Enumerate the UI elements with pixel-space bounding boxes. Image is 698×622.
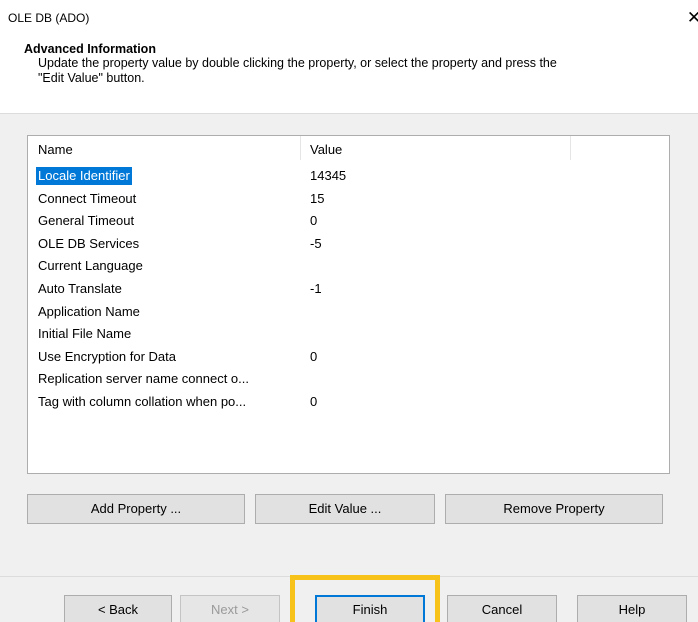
header-description-line-2: "Edit Value" button. (38, 71, 145, 85)
add-property-button[interactable]: Add Property ... (27, 494, 245, 524)
column-divider[interactable] (570, 136, 571, 160)
property-value: -1 (310, 280, 322, 296)
column-header-name[interactable]: Name (38, 142, 73, 157)
property-row[interactable]: Application Name (28, 301, 669, 324)
property-value: 0 (310, 393, 318, 409)
properties-list[interactable]: Name Value Locale Identifier 14345 Connect… (27, 135, 670, 474)
property-row[interactable]: Connect Timeout 15 (28, 188, 669, 211)
property-row[interactable]: Use Encryption for Data 0 (28, 346, 669, 369)
header-description: Update the property value by double clic… (38, 56, 698, 86)
property-value: 0 (310, 348, 318, 364)
ole-db-dialog: OLE DB (ADO) ✕ Advanced Information Upda… (0, 0, 698, 622)
property-name: Use Encryption for Data (38, 348, 177, 364)
property-value: -5 (310, 235, 322, 251)
wizard-header: Advanced Information Update the property… (0, 36, 698, 114)
property-name: Auto Translate (38, 280, 122, 296)
finish-button[interactable]: Finish (315, 595, 425, 622)
property-name: Connect Timeout (38, 190, 137, 206)
title-bar: OLE DB (ADO) ✕ (0, 0, 698, 36)
property-row[interactable]: General Timeout 0 (28, 210, 669, 233)
property-name: OLE DB Services (38, 235, 140, 251)
next-button: Next > (180, 595, 280, 622)
close-icon[interactable]: ✕ (682, 6, 698, 30)
property-row[interactable]: Locale Identifier 14345 (28, 165, 669, 188)
help-button[interactable]: Help (577, 595, 687, 622)
property-name: General Timeout (38, 213, 135, 229)
column-header: Name Value (28, 136, 669, 160)
property-name: Current Language (38, 258, 143, 274)
property-row[interactable]: OLE DB Services -5 (28, 233, 669, 256)
header-description-line-1: Update the property value by double clic… (38, 56, 557, 70)
header-title: Advanced Information (24, 42, 156, 56)
property-value: 0 (310, 213, 318, 229)
property-row[interactable]: Current Language (28, 255, 669, 278)
property-value: 14345 (310, 168, 347, 183)
property-name: Tag with column collation when po... (38, 393, 247, 409)
edit-value-button[interactable]: Edit Value ... (255, 494, 435, 524)
window-title: OLE DB (ADO) (8, 11, 90, 25)
property-name: Replication server name connect o... (38, 371, 249, 387)
property-row[interactable]: Auto Translate -1 (28, 278, 669, 301)
property-rows: Locale Identifier 14345 Connect Timeout 15 G… (28, 165, 669, 414)
property-row[interactable]: Replication server name connect o... (28, 368, 669, 391)
property-value: 15 (310, 190, 325, 206)
back-button[interactable]: < Back (64, 595, 172, 622)
cancel-button[interactable]: Cancel (447, 595, 557, 622)
column-divider[interactable] (300, 136, 301, 160)
column-header-value[interactable]: Value (310, 142, 342, 157)
property-row[interactable]: Initial File Name (28, 323, 669, 346)
property-row[interactable]: Tag with column collation when po... 0 (28, 391, 669, 414)
property-name: Application Name (38, 303, 140, 319)
remove-property-button[interactable]: Remove Property (445, 494, 663, 524)
property-name: Locale Identifier (36, 167, 132, 185)
property-name: Initial File Name (38, 326, 132, 342)
